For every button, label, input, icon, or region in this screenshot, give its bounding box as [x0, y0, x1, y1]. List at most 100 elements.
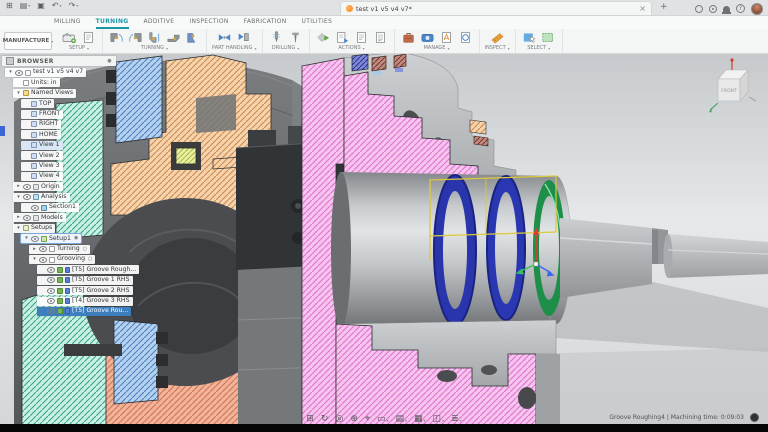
visibility-eye-icon[interactable] — [47, 288, 55, 294]
tab-inspection[interactable]: INSPECTION — [189, 18, 228, 29]
browser-item--t5-groove-2-rhs[interactable]: [T5] Groove 2 RHS — [37, 286, 133, 295]
visibility-eye-icon[interactable] — [47, 308, 55, 314]
visibility-eye-icon[interactable] — [39, 246, 47, 252]
docG-tool-icon[interactable] — [457, 31, 474, 44]
simulate-tool-icon[interactable] — [315, 31, 332, 44]
collapse-panel-icon[interactable] — [6, 57, 14, 65]
window-tool-icon[interactable] — [540, 31, 557, 44]
ribbon-group-label[interactable]: TURNING▾ — [141, 45, 168, 51]
grid-settings-icon[interactable]: ▦▾ — [414, 415, 426, 424]
browser-item--t5-groove-1-rhs[interactable]: [T5] Groove 1 RHS — [37, 276, 133, 285]
ribbon-group-label[interactable]: SELECT▾ — [527, 45, 550, 51]
expand-closed-icon[interactable]: ▸ — [32, 247, 37, 252]
tab-utilities[interactable]: UTILITIES — [302, 18, 333, 29]
expand-open-icon[interactable]: ▾ — [16, 91, 21, 96]
display-settings-icon[interactable]: ▤▾ — [395, 415, 407, 424]
orbit-icon[interactable]: ↻ — [321, 415, 329, 424]
nc-tool-icon[interactable] — [372, 31, 389, 44]
visibility-eye-icon[interactable] — [23, 184, 31, 190]
visibility-eye-icon[interactable] — [47, 267, 55, 273]
browser-item-view-2[interactable]: View 2 — [21, 151, 63, 160]
tab-fabrication[interactable]: FABRICATION — [244, 18, 287, 29]
browser-item-setup1[interactable]: ▾Setup1◉ — [21, 234, 81, 243]
browser-item--t5-groove-rou-[interactable]: [T5] Groove Rou... — [37, 307, 131, 316]
close-tab-icon[interactable]: × — [639, 4, 646, 13]
browser-item--t4-groove-3-rhs[interactable]: [T4] Groove 3 RHS — [37, 297, 133, 306]
browser-item-view-3[interactable]: View 3 — [21, 162, 63, 171]
browser-item--t5-groove-rough-[interactable]: [T5] Groove Rough... — [37, 265, 139, 274]
browser-item-front[interactable]: FRONT — [21, 110, 63, 119]
browser-item-models[interactable]: ▸Models — [13, 213, 66, 222]
file-menu-icon[interactable]: ▤▾ — [20, 2, 31, 10]
turnB-tool-icon[interactable] — [127, 31, 144, 44]
browser-item-setups[interactable]: ▾Setups — [13, 224, 55, 233]
tab-milling[interactable]: MILLING — [54, 18, 81, 29]
browser-item-view-1[interactable]: View 1 — [21, 141, 63, 150]
select-tool-icon[interactable] — [521, 31, 538, 44]
help-icon[interactable]: ? — [736, 4, 745, 13]
visibility-eye-icon[interactable] — [23, 194, 31, 200]
drill-tool-icon[interactable] — [268, 31, 285, 44]
measure-tool-icon[interactable] — [489, 31, 506, 44]
browser-item-origin[interactable]: ▸Origin — [13, 182, 63, 191]
expand-closed-icon[interactable]: ▸ — [16, 215, 21, 220]
browser-item-units-in[interactable]: Units: in — [13, 78, 60, 87]
visibility-eye-icon[interactable] — [15, 70, 23, 76]
expand-closed-icon[interactable]: ▸ — [16, 184, 21, 189]
fit-icon[interactable]: ▭▾ — [377, 415, 389, 424]
setup-tool-icon[interactable] — [61, 31, 78, 44]
browser-item-top[interactable]: TOP — [21, 99, 54, 108]
ribbon-group-label[interactable]: INSPECT▾ — [485, 45, 510, 51]
app-grid-icon[interactable]: ⊞ — [6, 2, 13, 10]
expand-open-icon[interactable]: ▾ — [16, 226, 21, 231]
browser-item-test-v1-v5-v4-v7[interactable]: ▾test v1 v5 v4 v7 — [5, 68, 86, 77]
viewcube[interactable]: FRONT — [706, 57, 760, 123]
ribbon-group-label[interactable]: DRILLING▾ — [272, 45, 299, 51]
camera-tool-icon[interactable] — [419, 31, 436, 44]
redo-icon[interactable]: ↷▾ — [69, 2, 79, 10]
turnE-tool-icon[interactable] — [184, 31, 201, 44]
extensions-icon[interactable] — [695, 5, 703, 13]
sheet-tool-icon[interactable] — [353, 31, 370, 44]
status-badge-icon[interactable] — [750, 413, 759, 422]
document-tab[interactable]: test v1 v5 v4 v7* × — [340, 1, 652, 15]
ribbon-group-label[interactable]: PART HANDLING▾ — [212, 45, 257, 51]
active-setup-radio[interactable]: ◉ — [74, 236, 78, 241]
ribbon-group-label[interactable]: MANAGE▾ — [424, 45, 450, 51]
visibility-eye-icon[interactable] — [39, 257, 47, 263]
workspace-selector[interactable]: MANUFACTURE ▾ — [4, 32, 52, 50]
browser-item-grooving[interactable]: ▾Grooving○ — [29, 255, 95, 264]
viewport-canvas[interactable]: BROWSER ● ▾test v1 v5 v4 v7Units: in ▾Nam… — [0, 54, 768, 424]
zoom-icon[interactable]: ⊕ — [350, 415, 358, 424]
handling2-tool-icon[interactable] — [235, 31, 252, 44]
visibility-eye-icon[interactable] — [47, 298, 55, 304]
browser-item-turning[interactable]: ▸Turning○ — [29, 245, 90, 254]
pan-icon[interactable]: ⊞ — [306, 415, 314, 424]
browser-item-section1[interactable]: Section1 — [21, 203, 79, 212]
job-status-icon[interactable] — [709, 5, 717, 13]
browser-list-icon[interactable]: ≣▾ — [451, 415, 462, 424]
turnC-tool-icon[interactable] — [146, 31, 163, 44]
browser-item-right[interactable]: RIGHT — [21, 120, 61, 129]
save-icon[interactable]: ▣ — [37, 2, 45, 10]
tab-additive[interactable]: ADDITIVE — [144, 18, 175, 29]
tab-turning[interactable]: TURNING — [96, 18, 129, 29]
visibility-eye-icon[interactable] — [47, 277, 55, 283]
zoom-window-icon[interactable]: ⌖ — [365, 415, 370, 424]
sheet-tool-icon[interactable] — [80, 31, 97, 44]
browser-item-named-views[interactable]: ▾Named Views — [13, 89, 76, 98]
expand-open-icon[interactable]: ▾ — [16, 195, 21, 200]
tools-tool-icon[interactable] — [400, 31, 417, 44]
expand-open-icon[interactable]: ▾ — [24, 236, 29, 241]
new-tab-button[interactable]: + — [660, 2, 668, 12]
expand-open-icon[interactable]: ▾ — [32, 257, 37, 262]
turnD-tool-icon[interactable] — [165, 31, 182, 44]
browser-item-analysis[interactable]: ▾Analysis — [13, 193, 70, 202]
browser-item-home[interactable]: HOME — [21, 130, 61, 139]
docA-tool-icon[interactable] — [438, 31, 455, 44]
expand-open-icon[interactable]: ▾ — [8, 70, 13, 75]
browser-header[interactable]: BROWSER ● — [2, 56, 116, 66]
handling-tool-icon[interactable] — [216, 31, 233, 44]
browser-item-view-4[interactable]: View 4 — [21, 172, 63, 181]
visibility-eye-icon[interactable] — [31, 205, 39, 211]
